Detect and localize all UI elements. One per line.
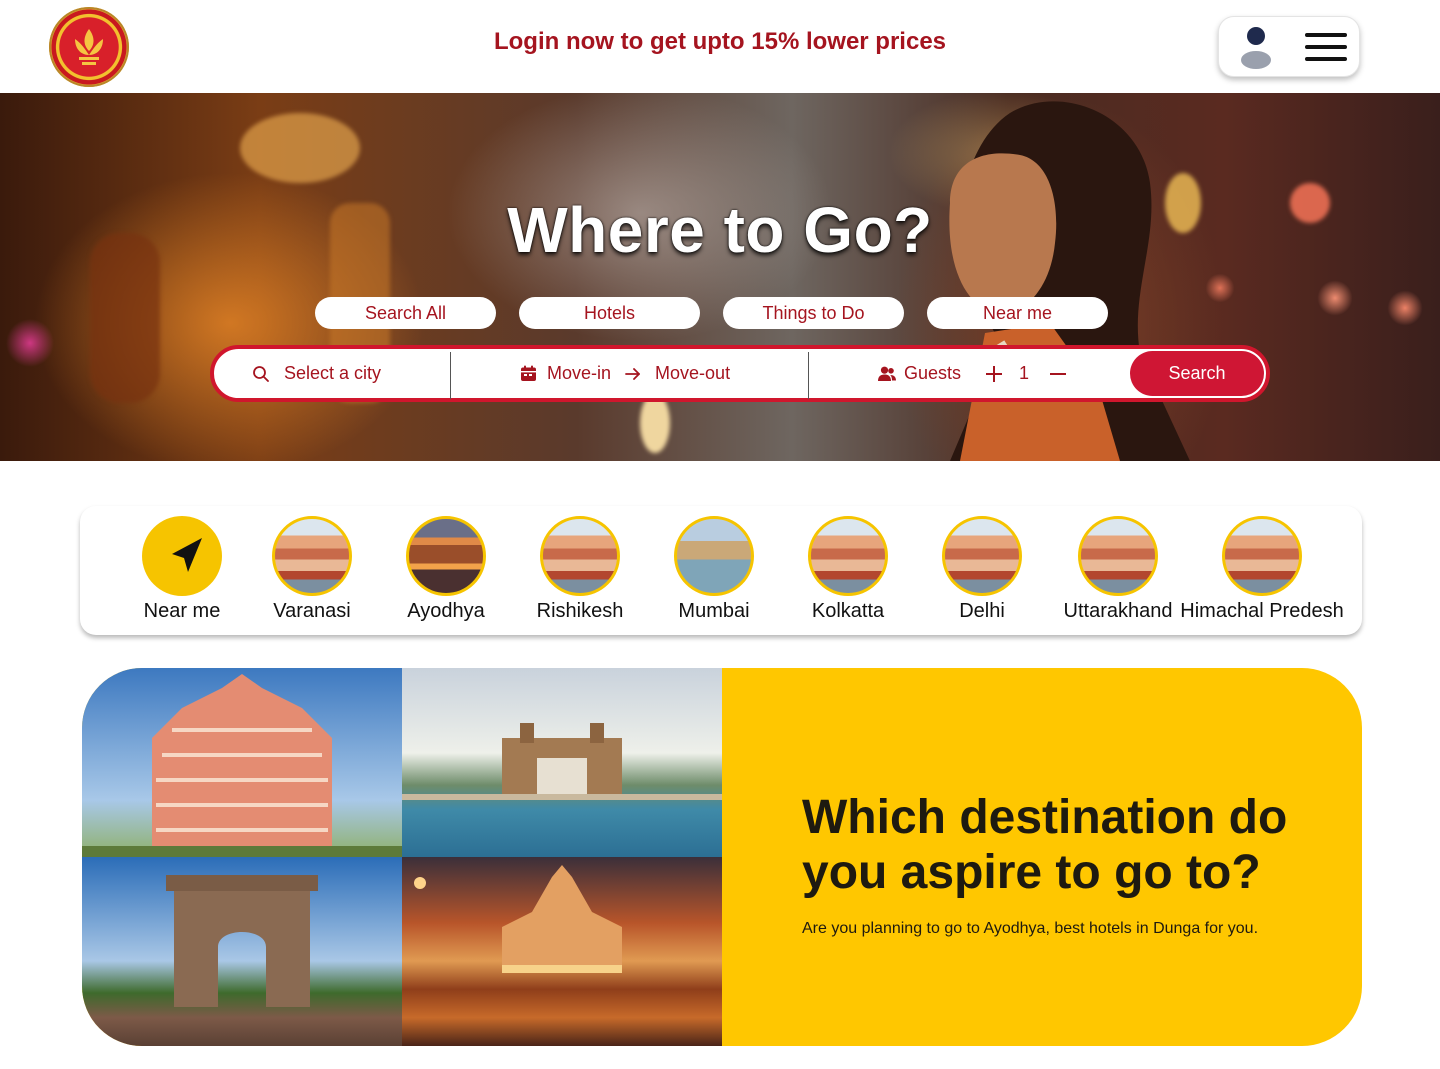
city-strip: Near me Varanasi Ayodhya Rishikesh Mumba… bbox=[80, 506, 1362, 635]
delhi-thumbnail bbox=[942, 516, 1022, 596]
ram-mandir-photo bbox=[402, 857, 722, 1046]
rishikesh-thumbnail bbox=[540, 516, 620, 596]
guests-count: 1 bbox=[1019, 363, 1030, 383]
date-range-picker[interactable]: Move-in Move-out bbox=[520, 349, 730, 398]
guests-selector: Guests 1 bbox=[878, 349, 1067, 398]
arrow-right-icon bbox=[625, 367, 640, 380]
move-out-date[interactable]: Move-out bbox=[655, 363, 730, 384]
city-select-placeholder: Select a city bbox=[284, 363, 382, 383]
site-header: Login now to get upto 15% lower prices bbox=[0, 0, 1440, 93]
city-select[interactable]: Select a city bbox=[252, 349, 442, 398]
calendar-icon bbox=[521, 365, 536, 381]
india-gate-photo bbox=[82, 857, 402, 1046]
plus-icon[interactable] bbox=[985, 365, 1003, 383]
tab-search-all[interactable]: Search All bbox=[315, 297, 496, 329]
tab-hotels[interactable]: Hotels bbox=[519, 297, 700, 329]
hawa-mahal-photo bbox=[82, 668, 402, 857]
user-icon[interactable] bbox=[1239, 25, 1273, 69]
users-icon bbox=[878, 366, 896, 381]
ayodhya-thumbnail bbox=[406, 516, 486, 596]
tab-near-me[interactable]: Near me bbox=[927, 297, 1108, 329]
search-icon bbox=[253, 365, 269, 382]
mumbai-thumbnail bbox=[674, 516, 754, 596]
destination-heading: Which destination do you aspire to go to… bbox=[802, 791, 1288, 899]
tab-things-to-do[interactable]: Things to Do bbox=[723, 297, 904, 329]
hamburger-menu-icon[interactable] bbox=[1305, 33, 1347, 61]
city-item-himachal-predesh[interactable]: Himachal Predesh bbox=[1164, 516, 1360, 623]
account-menu[interactable] bbox=[1218, 16, 1360, 77]
search-bar: Select a city Move-in Move-out Guests 1 … bbox=[210, 345, 1270, 402]
portrait-illustration bbox=[949, 101, 1190, 461]
move-in-date[interactable]: Move-in bbox=[547, 363, 611, 384]
hero-title: Where to Go? bbox=[507, 194, 933, 266]
search-button[interactable]: Search bbox=[1130, 351, 1264, 396]
destination-promo: Which destination do you aspire to go to… bbox=[82, 668, 1362, 1046]
minus-icon[interactable] bbox=[1049, 365, 1067, 383]
divider bbox=[808, 352, 809, 399]
varanasi-thumbnail bbox=[272, 516, 352, 596]
divider bbox=[450, 352, 451, 399]
navigation-arrow-icon bbox=[142, 516, 222, 596]
guests-label: Guests bbox=[904, 363, 962, 383]
city-label: Himachal Predesh bbox=[1180, 600, 1344, 622]
uttarakhand-thumbnail bbox=[1078, 516, 1158, 596]
destination-subtitle: Are you planning to go to Ayodhya, best … bbox=[802, 920, 1259, 937]
himachal-predesh-thumbnail bbox=[1222, 516, 1302, 596]
gateway-of-india-photo bbox=[402, 668, 722, 857]
hero-banner: Where to Go? Search All Hotels Things to… bbox=[0, 93, 1440, 461]
kolkatta-thumbnail bbox=[808, 516, 888, 596]
